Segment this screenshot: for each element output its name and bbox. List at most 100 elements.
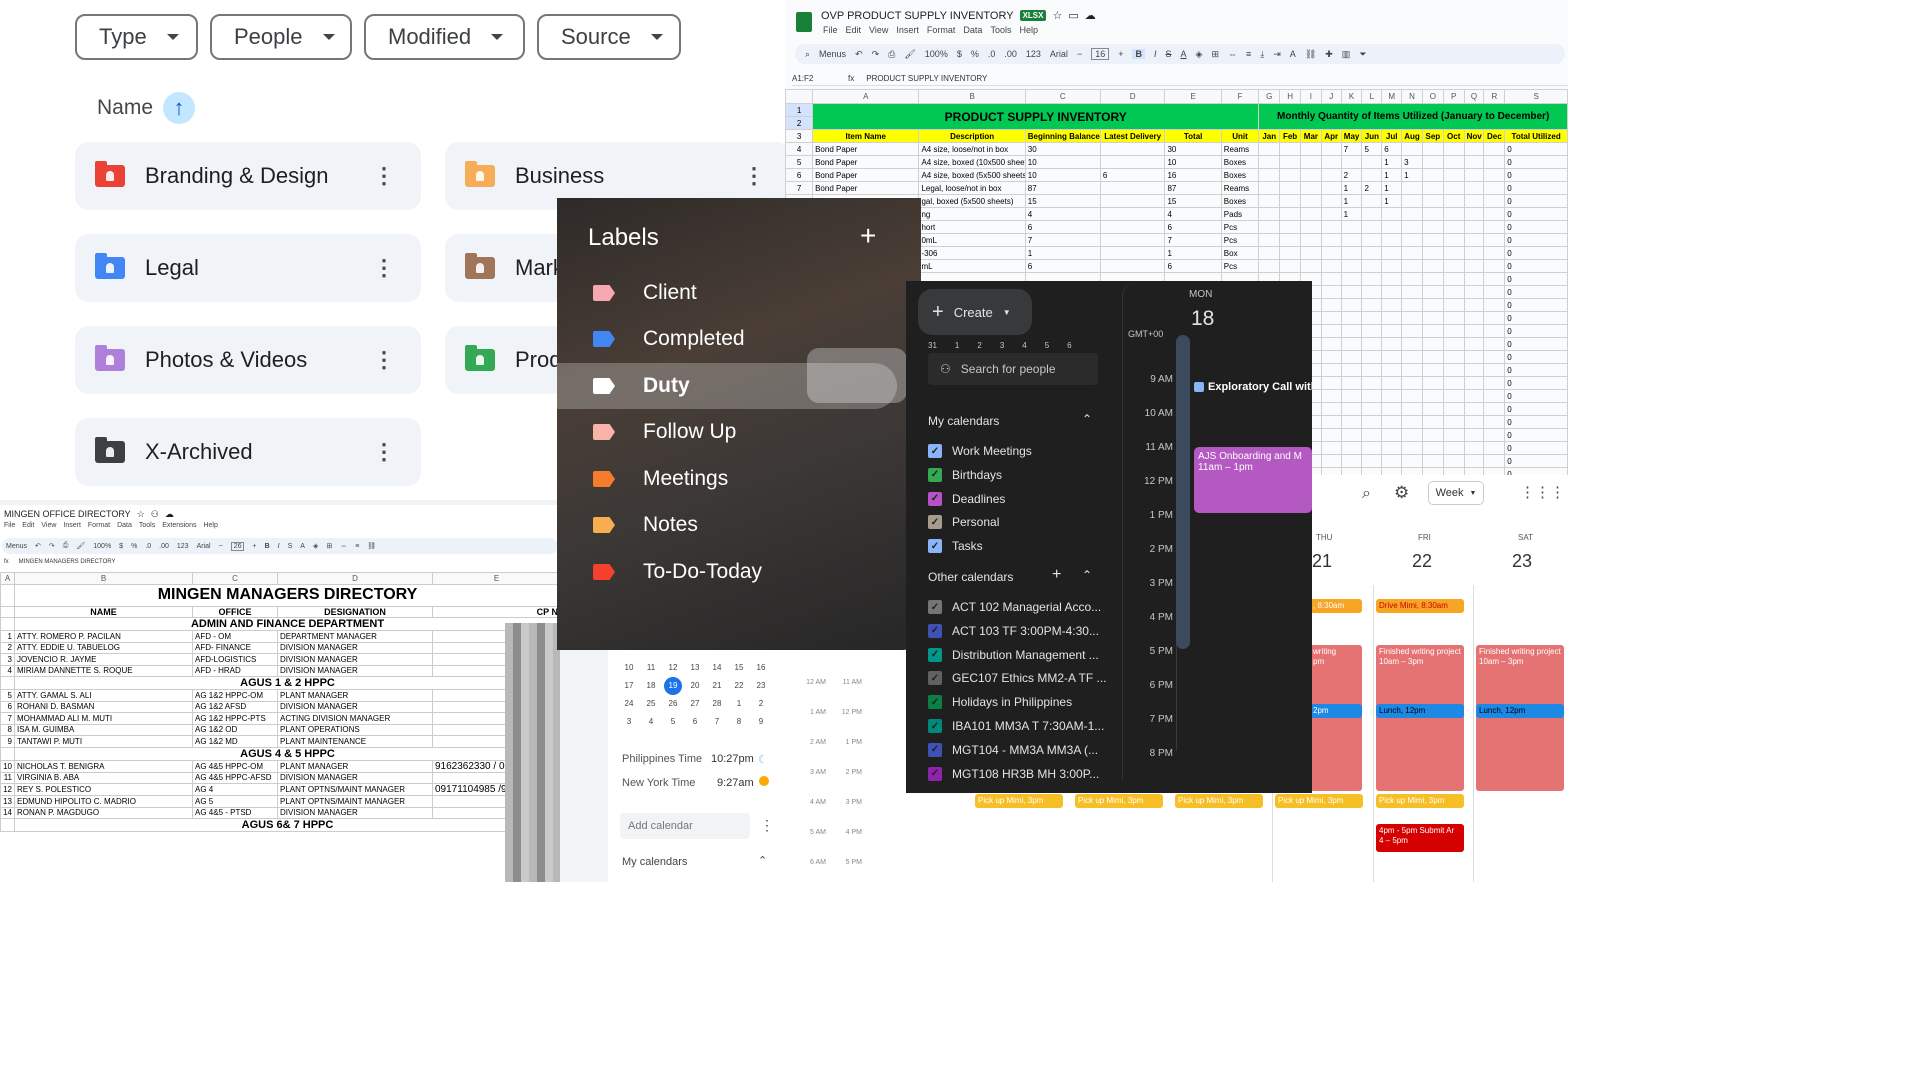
row-number[interactable]: 10: [0, 759, 15, 773]
cell-month[interactable]: [1401, 220, 1423, 234]
cell-month[interactable]: [1300, 194, 1322, 208]
checkbox-checked-icon[interactable]: ✓: [928, 695, 942, 710]
share-icon[interactable]: ⚇: [151, 509, 159, 520]
merge-icon[interactable]: ⇔: [340, 543, 347, 550]
empty-cell[interactable]: [1340, 467, 1363, 475]
date-cell[interactable]: 5: [662, 713, 684, 731]
col-a[interactable]: A: [0, 572, 15, 585]
cell-office[interactable]: AFD - OM: [192, 630, 278, 643]
empty-cell[interactable]: [1401, 298, 1423, 312]
cell-unit[interactable]: Boxes: [1220, 194, 1260, 208]
cell-desc[interactable]: A4 size, loose/not in box: [918, 142, 1026, 156]
cell-beginning[interactable]: 4: [1024, 207, 1101, 221]
folder-icon[interactable]: ▭: [1068, 9, 1078, 22]
my-calendars-heading[interactable]: My calendars: [622, 856, 687, 868]
cell-beginning[interactable]: 1: [1024, 246, 1101, 260]
date-cell[interactable]: 24: [618, 695, 640, 713]
cell-total-utilized[interactable]: 0: [1504, 428, 1568, 442]
cell-beginning[interactable]: 10: [1024, 155, 1101, 169]
col-l[interactable]: L: [1361, 89, 1383, 104]
row-number[interactable]: 2: [0, 641, 15, 654]
header-cell[interactable]: Latest Delivery: [1099, 129, 1166, 143]
empty-cell[interactable]: [1421, 350, 1444, 364]
date-cell[interactable]: 14: [706, 659, 728, 677]
header-cell[interactable]: Mar: [1300, 129, 1322, 143]
print-icon[interactable]: ⎙: [888, 49, 895, 60]
section-title[interactable]: AGUS 1 & 2 HPPC: [14, 676, 560, 690]
cell-office[interactable]: AFD-LOGISTICS: [192, 653, 278, 666]
col-q[interactable]: Q: [1463, 89, 1485, 104]
cell-month[interactable]: [1421, 194, 1444, 208]
date-cell[interactable]: 15: [728, 659, 750, 677]
more-vert-icon[interactable]: ⋮: [373, 441, 395, 463]
empty-cell[interactable]: [1442, 298, 1465, 312]
cell-month[interactable]: [1320, 194, 1342, 208]
font-size-input[interactable]: 26: [230, 541, 245, 551]
font-size-increase-icon[interactable]: +: [252, 543, 256, 550]
date-cell[interactable]: 6: [684, 713, 706, 731]
cell-designation[interactable]: PLANT MANAGER: [277, 759, 433, 773]
cell-desc[interactable]: A4 size, boxed (10x500 sheets): [918, 155, 1026, 169]
menu-extensions[interactable]: Extensions: [162, 522, 196, 529]
calendar-item[interactable]: ✓ Distribution Management ...: [928, 647, 1099, 662]
cell-month[interactable]: [1463, 168, 1485, 182]
empty-cell[interactable]: [1483, 285, 1506, 299]
cell-month[interactable]: [1320, 155, 1342, 169]
cell-delivery[interactable]: [1099, 246, 1166, 260]
create-button[interactable]: + Create ▼: [918, 289, 1032, 335]
row-number[interactable]: 6: [785, 168, 814, 182]
cell-month[interactable]: [1258, 194, 1281, 208]
cell-name[interactable]: VIRGINIA B. ABA: [14, 771, 193, 784]
cell-month[interactable]: [1258, 155, 1281, 169]
empty-cell[interactable]: [1340, 402, 1363, 416]
cell-total-utilized[interactable]: 0: [1504, 194, 1568, 208]
cell-month[interactable]: [1483, 233, 1506, 247]
type-filter-chip[interactable]: Type: [75, 14, 198, 60]
empty-cell[interactable]: [1483, 415, 1506, 429]
cell-total-utilized[interactable]: 0: [1504, 311, 1568, 325]
cell-office[interactable]: AFD - HRAD: [192, 664, 278, 677]
row-number[interactable]: [0, 676, 15, 690]
cell-total-utilized[interactable]: 0: [1504, 272, 1568, 286]
menu-help[interactable]: Help: [1019, 25, 1038, 35]
cell-month[interactable]: [1421, 142, 1444, 156]
more-vert-icon[interactable]: ⋮: [743, 165, 765, 187]
cell-name[interactable]: REY S. POLESTICO: [14, 783, 193, 796]
increase-decimal-icon[interactable]: .00: [159, 543, 169, 550]
empty-cell[interactable]: [1381, 363, 1403, 377]
empty-cell[interactable]: [1381, 285, 1403, 299]
cell-month[interactable]: [1381, 207, 1403, 221]
empty-cell[interactable]: [1401, 467, 1423, 475]
cell-month[interactable]: 1: [1340, 181, 1363, 195]
empty-cell[interactable]: [1463, 389, 1485, 403]
empty-cell[interactable]: [1463, 298, 1485, 312]
event-submit[interactable]: 4pm - 5pm Submit Ar 4 – 5pm: [1376, 824, 1464, 852]
other-calendars-heading[interactable]: Other calendars: [928, 570, 1013, 584]
empty-cell[interactable]: [1361, 415, 1383, 429]
empty-cell[interactable]: [1463, 415, 1485, 429]
event-pickup-mimi[interactable]: Pick up Mimi, 3pm: [1175, 794, 1263, 808]
cell-month[interactable]: 1: [1381, 168, 1403, 182]
cell-office[interactable]: AG 1&2 MD: [192, 735, 278, 748]
cell-designation[interactable]: DIVISION MANAGER: [277, 771, 433, 784]
cell-beginning[interactable]: 15: [1024, 194, 1101, 208]
col-j[interactable]: J: [1320, 89, 1342, 104]
text-color-icon[interactable]: A: [300, 543, 305, 550]
empty-cell[interactable]: [1361, 428, 1383, 442]
formula-input[interactable]: PRODUCT SUPPLY INVENTORY: [866, 74, 987, 83]
folder-x-archived[interactable]: X-Archived ⋮: [75, 418, 421, 486]
empty-cell[interactable]: [1361, 376, 1383, 390]
header-cell[interactable]: Total: [1164, 129, 1222, 143]
empty-cell[interactable]: [1421, 428, 1444, 442]
cell-month[interactable]: 2: [1340, 168, 1363, 182]
add-calendar-icon[interactable]: +: [1052, 566, 1061, 584]
cell-designation[interactable]: DIVISION MANAGER: [277, 653, 433, 666]
cell-month[interactable]: [1442, 207, 1465, 221]
fill-color-icon[interactable]: ◈: [313, 542, 318, 550]
cell-item[interactable]: Bond Paper: [812, 142, 920, 156]
day-number[interactable]: 18: [1191, 307, 1214, 331]
cell-name[interactable]: NICHOLAS T. BENIGRA: [14, 759, 193, 773]
empty-cell[interactable]: [1483, 376, 1506, 390]
cell-office[interactable]: AG 5: [192, 795, 278, 808]
empty-cell[interactable]: [1320, 350, 1342, 364]
